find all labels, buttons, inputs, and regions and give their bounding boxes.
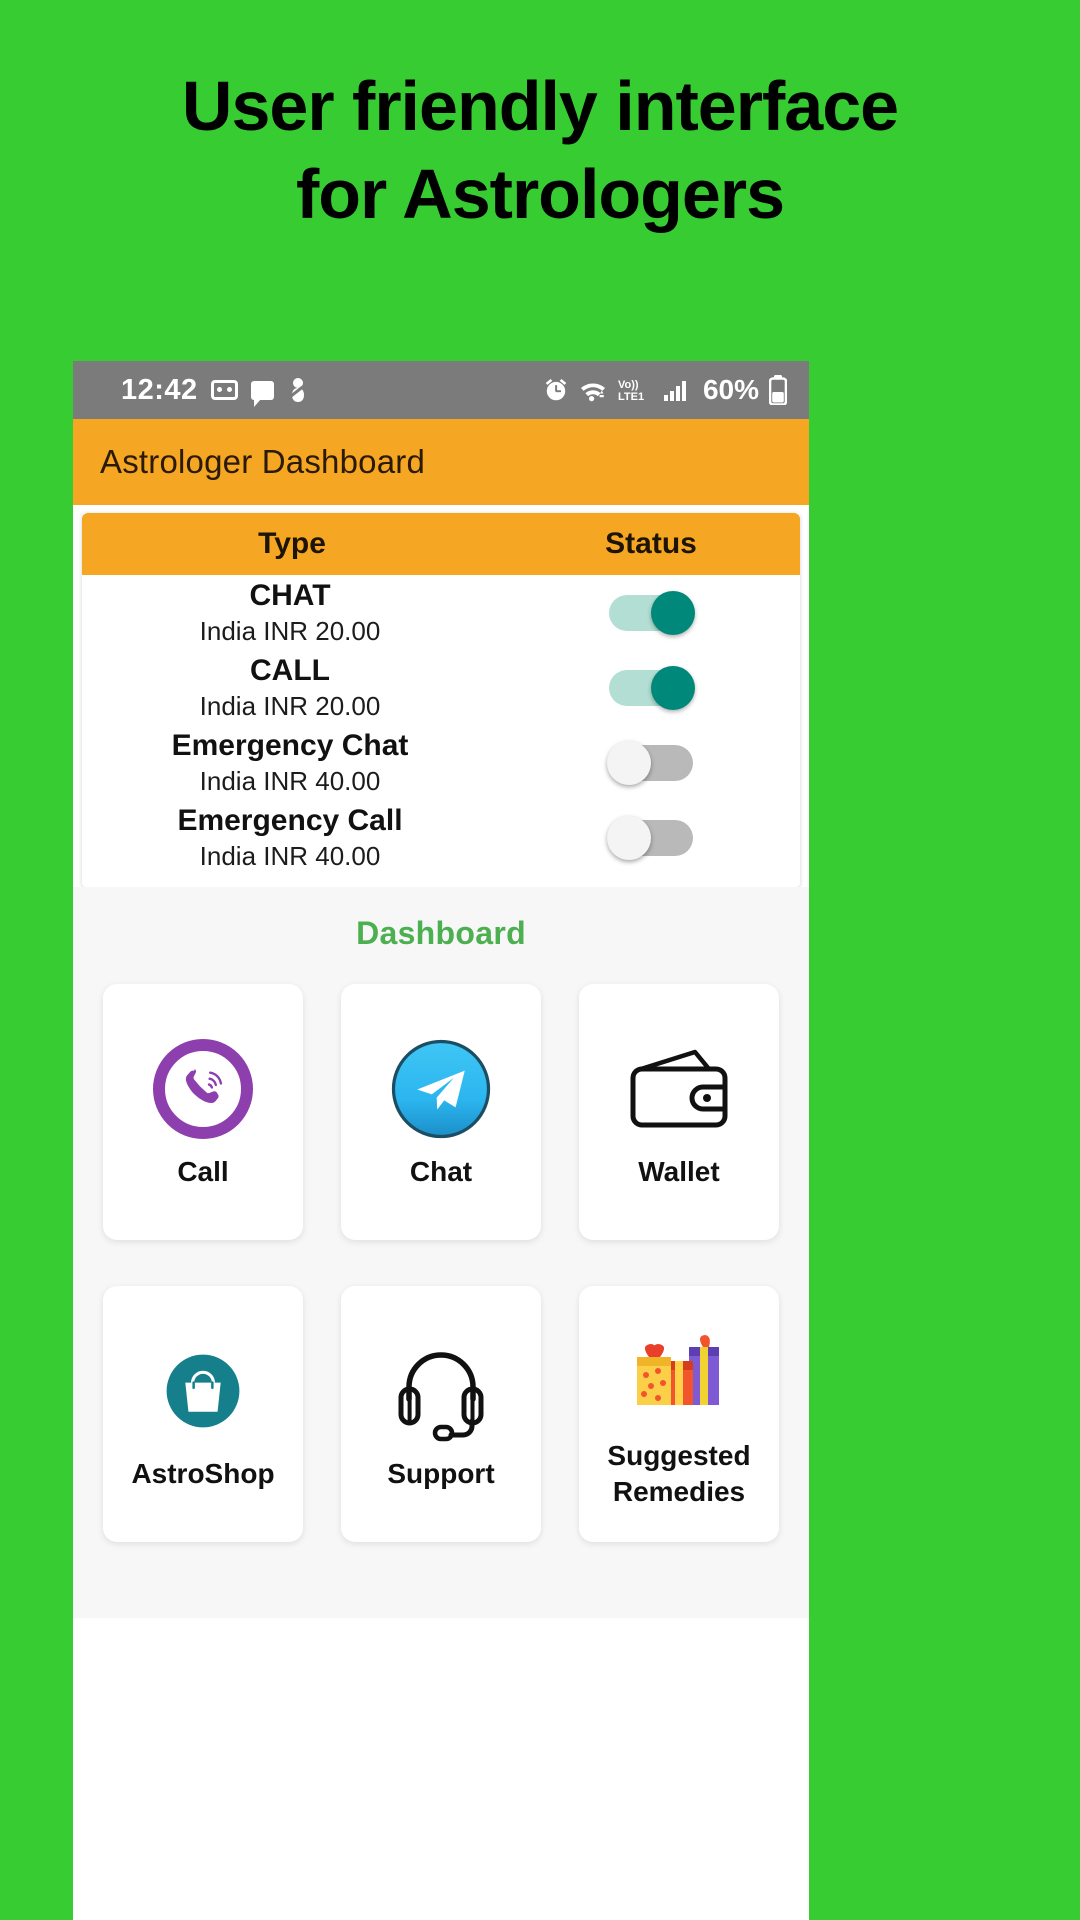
- battery-percent-label: 60%: [702, 374, 759, 405]
- dashboard-grid-row-2: AstroShop Support Suggested Remedies: [73, 1286, 809, 1542]
- dashboard-card-label-chat: Chat: [409, 1156, 473, 1187]
- promo-headline-line-1: User friendly interface: [181, 67, 899, 145]
- chat-status-toggle[interactable]: [609, 590, 695, 635]
- paper-plane-chat-icon: [387, 1034, 495, 1144]
- service-status-cell: [502, 665, 800, 710]
- dashboard-section: Dashboard Call Chat Wallet AstroShop Sup…: [73, 887, 809, 1618]
- dashboard-card-chat[interactable]: Chat: [341, 984, 541, 1240]
- column-header-type: Type: [258, 527, 326, 560]
- dashboard-card-label: Suggested Remedies: [607, 1438, 750, 1510]
- service-status-cell: [502, 740, 800, 785]
- phone-screenshot: 12:42 Vo)) LTE1 60% Astrologer Dashboard…: [73, 361, 809, 1920]
- signal-bars-icon: [663, 378, 689, 402]
- service-price: India INR 40.00: [199, 765, 381, 796]
- battery-icon: [769, 375, 787, 405]
- dashboard-card-call[interactable]: Call: [103, 984, 303, 1240]
- dashboard-card-astroshop[interactable]: AstroShop: [103, 1286, 303, 1542]
- call-status-toggle[interactable]: [609, 665, 695, 710]
- dashboard-card-label: Support: [387, 1458, 495, 1489]
- wallet-icon: [623, 1034, 735, 1144]
- status-bar-clock: 12:42: [121, 373, 198, 406]
- service-type-cell: CHAT India INR 20.00: [82, 578, 502, 648]
- dashboard-card-label: Call: [177, 1156, 229, 1187]
- volte-icon: Vo)) LTE1: [617, 376, 653, 404]
- service-name: CHAT: [249, 578, 331, 612]
- app-bar-title: Astrologer Dashboard: [100, 443, 426, 480]
- emergency-call-status-toggle[interactable]: [607, 815, 693, 860]
- services-table: Type Status CHAT India INR 20.00 CALL In…: [82, 513, 800, 887]
- table-row: Emergency Call India INR 40.00: [82, 800, 800, 875]
- table-row: Emergency Chat India INR 40.00: [82, 725, 800, 800]
- service-name: CALL: [250, 653, 330, 687]
- status-bar: 12:42 Vo)) LTE1 60%: [73, 361, 809, 419]
- svg-text:Vo)): Vo)): [618, 379, 639, 391]
- service-name: Emergency Call: [177, 803, 403, 837]
- service-type-cell: Emergency Chat India INR 40.00: [82, 728, 502, 798]
- alarm-icon: [543, 377, 569, 403]
- shopping-bag-icon: [151, 1336, 255, 1446]
- dashboard-card-wallet[interactable]: Wallet: [579, 984, 779, 1240]
- column-header-status: Status: [605, 527, 697, 560]
- service-type-cell: CALL India INR 20.00: [82, 653, 502, 723]
- dashboard-grid-row-1: Call Chat Wallet: [73, 984, 809, 1240]
- service-price: India INR 20.00: [199, 615, 381, 646]
- service-price: India INR 40.00: [199, 840, 381, 871]
- service-price: India INR 20.00: [199, 690, 381, 721]
- app-bar: Astrologer Dashboard: [73, 419, 809, 505]
- table-row: CALL India INR 20.00: [82, 650, 800, 725]
- message-bubble-icon: [250, 380, 274, 407]
- dashboard-section-label: Dashboard: [356, 915, 526, 951]
- status-bar-right: Vo)) LTE1 60%: [543, 374, 787, 406]
- status-bar-left: 12:42: [121, 373, 309, 407]
- service-status-cell: [502, 590, 800, 635]
- dashboard-card-support[interactable]: Support: [341, 1286, 541, 1542]
- dashboard-card-suggested-remedies[interactable]: Suggested Remedies: [579, 1286, 779, 1542]
- dashboard-card-label-line-1: Suggested: [607, 1440, 751, 1471]
- service-name: Emergency Chat: [171, 728, 409, 762]
- do-not-disturb-icon: [287, 377, 309, 403]
- dashboard-card-label: Wallet: [638, 1156, 720, 1187]
- svg-text:LTE1: LTE1: [618, 391, 644, 403]
- gift-boxes-icon: [627, 1318, 731, 1428]
- services-table-header: Type Status: [82, 513, 800, 575]
- promo-headline-line-2: for Astrologers: [295, 155, 785, 233]
- emergency-chat-status-toggle[interactable]: [607, 740, 693, 785]
- promo-headline: User friendly interface for Astrologers: [0, 0, 1080, 238]
- headset-support-icon: [389, 1336, 493, 1446]
- phone-call-icon: [153, 1034, 253, 1144]
- dashboard-card-label-line-2: Remedies: [612, 1476, 746, 1507]
- dashboard-card-label: AstroShop: [131, 1458, 275, 1489]
- table-row: CHAT India INR 20.00: [82, 575, 800, 650]
- wifi-icon: [579, 378, 607, 402]
- service-status-cell: [502, 815, 800, 860]
- voicemail-icon: [210, 380, 238, 400]
- dashboard-card-label: Chat: [410, 1154, 472, 1190]
- service-type-cell: Emergency Call India INR 40.00: [82, 803, 502, 873]
